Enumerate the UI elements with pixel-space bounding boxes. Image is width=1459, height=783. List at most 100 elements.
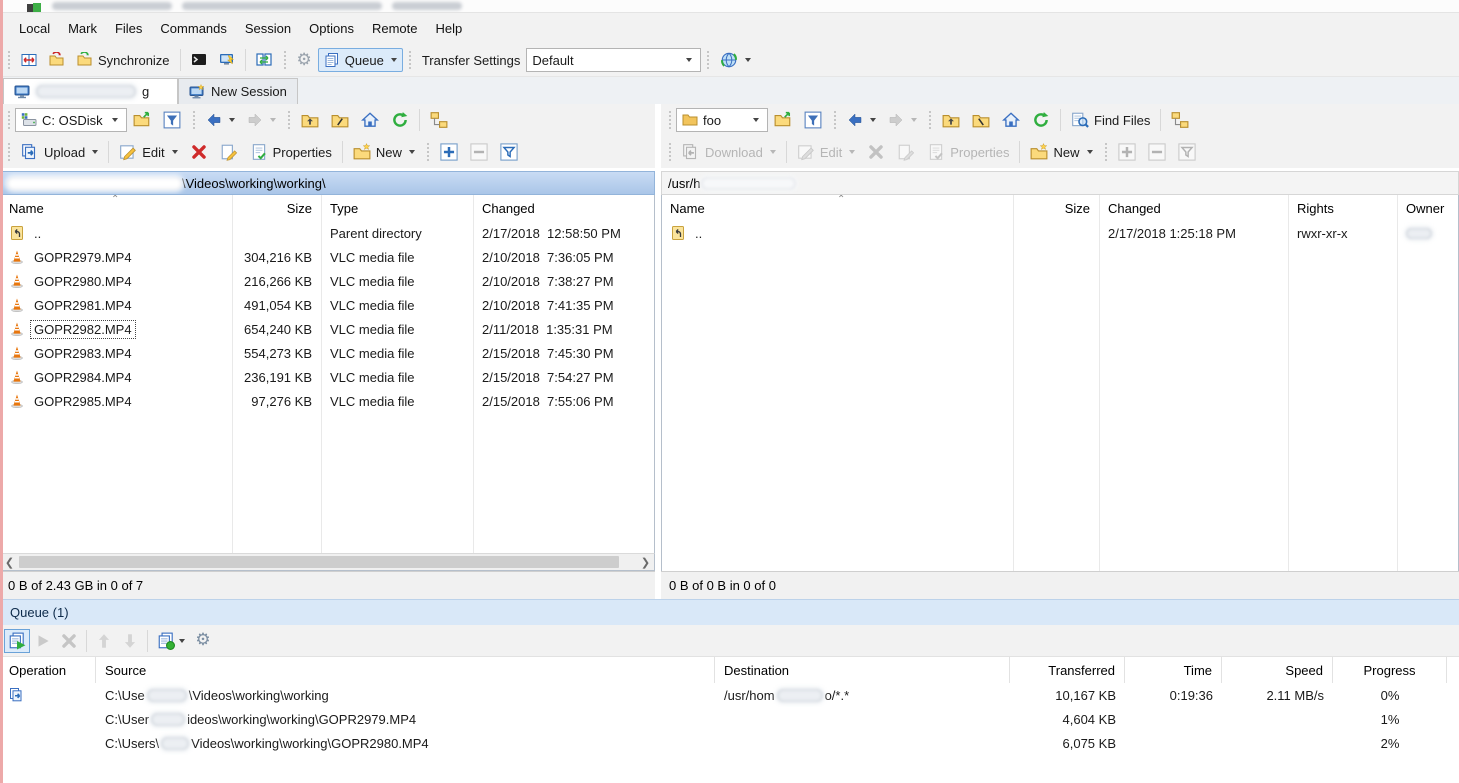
transfer-settings-select[interactable]: Default: [526, 48, 701, 72]
remote-refresh-button[interactable]: [1026, 107, 1056, 133]
chevron-down-icon[interactable]: [680, 49, 695, 71]
remote-new-button[interactable]: New: [1024, 139, 1098, 165]
queue-move-up-button[interactable]: [91, 629, 117, 653]
file-row[interactable]: GOPR2985.MP4 97,276 KB VLC media file 2/…: [1, 389, 654, 413]
column-divider[interactable]: [1099, 195, 1100, 571]
toolbar-grip[interactable]: [425, 141, 430, 163]
queue-row[interactable]: C:\Use\Videos\working\working /usr/homo/…: [0, 683, 1459, 707]
toggle-columns-button[interactable]: [15, 48, 43, 72]
remote-delete-button[interactable]: [861, 139, 891, 165]
menu-help[interactable]: Help: [426, 16, 471, 41]
column-divider[interactable]: [1013, 195, 1014, 571]
preferences-button[interactable]: ⚙: [291, 48, 318, 73]
toolbar-grip[interactable]: [927, 109, 932, 131]
toolbar-grip[interactable]: [6, 109, 11, 131]
local-edit-button[interactable]: Edit: [113, 139, 183, 165]
menu-options[interactable]: Options: [300, 16, 363, 41]
remote-root-directory-button[interactable]: [966, 107, 996, 133]
remote-rename-button[interactable]: [891, 139, 921, 165]
remote-selection-filter-button[interactable]: [1172, 139, 1202, 165]
menu-local[interactable]: Local: [10, 16, 59, 41]
local-filter-button[interactable]: [157, 107, 187, 133]
file-row-parent[interactable]: .. 2/17/2018 1:25:18 PM rwxr-xr-x: [662, 221, 1458, 245]
local-selection-filter-button[interactable]: [494, 139, 524, 165]
queue-show-button[interactable]: [4, 629, 30, 653]
toolbar-grip[interactable]: [282, 49, 287, 71]
file-row[interactable]: GOPR2979.MP4 304,216 KB VLC media file 2…: [1, 245, 654, 269]
local-refresh-button[interactable]: [385, 107, 415, 133]
transfer-options-button[interactable]: [714, 47, 757, 73]
file-row[interactable]: GOPR2984.MP4 236,191 KB VLC media file 2…: [1, 365, 654, 389]
remote-back-button[interactable]: [841, 108, 882, 132]
column-header-progress[interactable]: Progress: [1333, 657, 1447, 683]
toolbar-grip[interactable]: [667, 109, 672, 131]
remote-select-remove-button[interactable]: [1142, 139, 1172, 165]
local-rename-button[interactable]: [214, 139, 244, 165]
queue-header-bar[interactable]: Queue (1): [0, 599, 1459, 625]
column-header-type[interactable]: Type: [321, 195, 473, 221]
file-row[interactable]: GOPR2983.MP4 554,273 KB VLC media file 2…: [1, 341, 654, 365]
column-header-destination[interactable]: Destination: [715, 657, 1010, 683]
column-header-changed[interactable]: Changed: [473, 195, 654, 221]
chevron-down-icon[interactable]: [747, 109, 762, 131]
remote-select-add-button[interactable]: [1112, 139, 1142, 165]
remote-directory-select[interactable]: foo: [676, 108, 768, 132]
find-files-button[interactable]: Find Files: [1065, 107, 1156, 133]
local-open-directory-button[interactable]: [127, 107, 157, 133]
toolbar-grip[interactable]: [667, 141, 672, 163]
local-back-button[interactable]: [200, 108, 241, 132]
remote-parent-directory-button[interactable]: [936, 107, 966, 133]
column-divider[interactable]: [1288, 195, 1289, 571]
local-horizontal-scrollbar[interactable]: ❮ ❯: [0, 553, 655, 571]
local-properties-button[interactable]: Properties: [244, 139, 338, 165]
local-delete-button[interactable]: [184, 139, 214, 165]
remote-home-button[interactable]: [996, 107, 1026, 133]
toolbar-grip[interactable]: [6, 49, 11, 71]
session-tab-new[interactable]: New Session: [178, 78, 298, 104]
queue-resume-button[interactable]: [30, 629, 56, 653]
swap-panels-button[interactable]: [250, 48, 278, 72]
scroll-left-arrow[interactable]: ❮: [1, 554, 18, 570]
local-parent-directory-button[interactable]: [295, 107, 325, 133]
local-forward-button[interactable]: [241, 108, 282, 132]
file-row-parent[interactable]: .. Parent directory 2/17/2018 12:58:50 P…: [1, 221, 654, 245]
drive-select[interactable]: C: OSDisk: [15, 108, 127, 132]
upload-button[interactable]: Upload: [15, 139, 104, 165]
column-header-time[interactable]: Time: [1125, 657, 1222, 683]
local-root-directory-button[interactable]: [325, 107, 355, 133]
menu-remote[interactable]: Remote: [363, 16, 427, 41]
queue-idle-button[interactable]: [152, 629, 190, 653]
menu-files[interactable]: Files: [106, 16, 151, 41]
remote-tree-button[interactable]: [1165, 107, 1195, 133]
queue-toggle-button[interactable]: Queue: [318, 48, 403, 72]
toolbar-grip[interactable]: [407, 49, 412, 71]
swap-sync-folders-button[interactable]: [43, 48, 71, 72]
column-divider[interactable]: [232, 195, 233, 553]
local-tree-button[interactable]: [424, 107, 454, 133]
scrollbar-thumb[interactable]: [19, 556, 619, 568]
column-divider[interactable]: [1397, 195, 1398, 571]
local-new-button[interactable]: New: [347, 139, 421, 165]
local-select-remove-button[interactable]: [464, 139, 494, 165]
toolbar-grip[interactable]: [832, 109, 837, 131]
column-header-rights[interactable]: Rights: [1288, 195, 1397, 221]
download-button[interactable]: Download: [676, 139, 782, 165]
column-header-operation[interactable]: Operation: [0, 657, 96, 683]
toolbar-grip[interactable]: [191, 109, 196, 131]
remote-forward-button[interactable]: [882, 108, 923, 132]
toolbar-grip[interactable]: [286, 109, 291, 131]
column-header-owner[interactable]: Owner: [1397, 195, 1458, 221]
toolbar-grip[interactable]: [1103, 141, 1108, 163]
column-header-size[interactable]: Size: [1013, 195, 1099, 221]
toolbar-grip[interactable]: [705, 49, 710, 71]
remote-filter-button[interactable]: [798, 107, 828, 133]
menu-mark[interactable]: Mark: [59, 16, 106, 41]
column-divider[interactable]: [473, 195, 474, 553]
queue-delete-button[interactable]: [56, 629, 82, 653]
chevron-down-icon[interactable]: [108, 109, 121, 131]
local-select-add-button[interactable]: [434, 139, 464, 165]
column-header-changed[interactable]: Changed: [1099, 195, 1288, 221]
column-header-speed[interactable]: Speed: [1222, 657, 1333, 683]
open-terminal-button[interactable]: [185, 48, 213, 72]
remote-open-directory-button[interactable]: [768, 107, 798, 133]
